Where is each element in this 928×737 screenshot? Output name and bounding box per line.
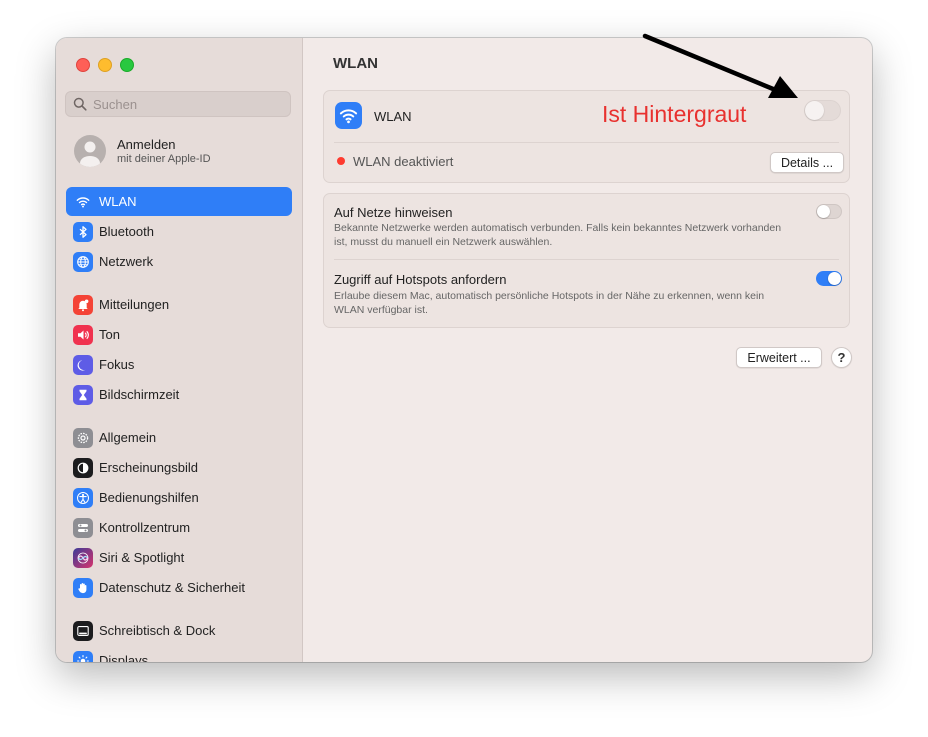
options-card: Auf Netze hinweisen Bekannte Netzwerke w…	[323, 193, 850, 328]
wlan-status: WLAN deaktiviert	[353, 154, 454, 169]
window-controls	[76, 58, 134, 72]
search-field[interactable]	[65, 91, 291, 117]
sidebar-item-displays[interactable]: Displays	[66, 646, 292, 662]
sidebar-item-label: Ton	[99, 327, 120, 342]
sidebar-item-allgemein[interactable]: Allgemein	[66, 423, 292, 452]
zoom-window-button[interactable]	[120, 58, 134, 72]
sidebar-item-label: Displays	[99, 653, 149, 662]
details-button[interactable]: Details ...	[770, 152, 844, 173]
wlan-label: WLAN	[374, 109, 412, 124]
option-title-auf-netze: Auf Netze hinweisen	[334, 205, 453, 220]
status-dot	[337, 157, 345, 165]
sidebar-item-bedienungshilfen[interactable]: Bedienungshilfen	[66, 483, 292, 512]
wifi-icon	[73, 192, 93, 212]
sidebar-item-datenschutz[interactable]: Datenschutz & Sicherheit	[66, 573, 292, 602]
sidebar-item-fokus[interactable]: Fokus	[66, 350, 292, 379]
sidebar-item-wlan[interactable]: WLAN	[66, 187, 292, 216]
account-subtitle: mit deiner Apple-ID	[117, 153, 211, 165]
option-title-hotspots: Zugriff auf Hotspots anfordern	[334, 272, 507, 287]
minimize-window-button[interactable]	[98, 58, 112, 72]
hand-icon	[73, 577, 93, 598]
speaker-icon	[73, 324, 93, 345]
gear-icon	[73, 427, 93, 448]
auf-netze-toggle[interactable]	[816, 204, 842, 219]
search-icon	[73, 97, 87, 111]
page-title: WLAN	[333, 55, 378, 72]
sidebar-item-erscheinungsbild[interactable]: Erscheinungsbild	[66, 453, 292, 482]
sidebar: Anmelden mit deiner Apple-ID WLAN Blueto…	[56, 38, 303, 662]
sidebar-item-label: Mitteilungen	[99, 297, 170, 312]
sidebar-item-label: Datenschutz & Sicherheit	[99, 580, 245, 595]
account-title: Anmelden	[117, 137, 176, 152]
divider	[334, 142, 839, 143]
control-center-icon	[73, 517, 93, 538]
hourglass-icon	[73, 384, 93, 405]
accessibility-icon	[73, 487, 93, 508]
sidebar-item-bildschirmzeit[interactable]: Bildschirmzeit	[66, 380, 292, 409]
sidebar-item-netzwerk[interactable]: Netzwerk	[66, 247, 292, 276]
person-icon	[80, 141, 100, 167]
moon-icon	[73, 354, 93, 375]
sidebar-item-label: Bildschirmzeit	[99, 387, 180, 402]
sidebar-item-label: Bluetooth	[99, 224, 154, 239]
hotspots-toggle[interactable]	[816, 271, 842, 286]
bluetooth-icon	[73, 221, 93, 242]
globe-icon	[73, 251, 93, 272]
sidebar-item-label: Kontrollzentrum	[99, 520, 191, 535]
sidebar-item-label: Siri & Spotlight	[99, 550, 185, 565]
annotation-text: Ist Hintergraut	[602, 101, 747, 127]
sidebar-item-bluetooth[interactable]: Bluetooth	[66, 217, 292, 246]
advanced-button[interactable]: Erweitert ...	[736, 347, 822, 368]
sidebar-item-label: Allgemein	[99, 430, 157, 445]
sidebar-item-ton[interactable]: Ton	[66, 320, 292, 349]
option-description-auf-netze: Bekannte Netzwerke werden automatisch ve…	[334, 222, 782, 248]
appearance-icon	[73, 457, 93, 478]
sidebar-item-label: Schreibtisch & Dock	[99, 623, 216, 638]
sidebar-item-label: Bedienungshilfen	[99, 490, 199, 505]
sidebar-item-label: WLAN	[99, 194, 137, 209]
avatar	[74, 135, 106, 167]
settings-window: Anmelden mit deiner Apple-ID WLAN Blueto…	[56, 38, 872, 662]
sidebar-item-label: Netzwerk	[99, 254, 154, 269]
display-icon	[73, 650, 93, 662]
wlan-toggle[interactable]	[804, 100, 841, 121]
siri-icon	[73, 547, 93, 568]
dock-icon	[73, 620, 93, 641]
sidebar-item-schreibtisch-dock[interactable]: Schreibtisch & Dock	[66, 616, 292, 645]
main-panel: WLAN WLAN WLAN deaktiviert Details ... A…	[303, 38, 872, 662]
bell-icon	[73, 294, 93, 315]
close-window-button[interactable]	[76, 58, 90, 72]
apple-id-signin[interactable]: Anmelden mit deiner Apple-ID	[74, 135, 211, 167]
divider	[334, 259, 839, 260]
wlan-card: WLAN WLAN deaktiviert Details ...	[323, 90, 850, 183]
sidebar-item-mitteilungen[interactable]: Mitteilungen	[66, 290, 292, 319]
wifi-icon	[335, 102, 362, 129]
option-description-hotspots: Erlaube diesem Mac, automatisch persönli…	[334, 290, 765, 316]
sidebar-item-label: Fokus	[99, 357, 135, 372]
sidebar-item-siri-spotlight[interactable]: Siri & Spotlight	[66, 543, 292, 572]
search-input[interactable]	[93, 96, 273, 112]
sidebar-item-label: Erscheinungsbild	[99, 460, 199, 475]
help-button[interactable]: ?	[831, 347, 852, 368]
sidebar-item-kontrollzentrum[interactable]: Kontrollzentrum	[66, 513, 292, 542]
